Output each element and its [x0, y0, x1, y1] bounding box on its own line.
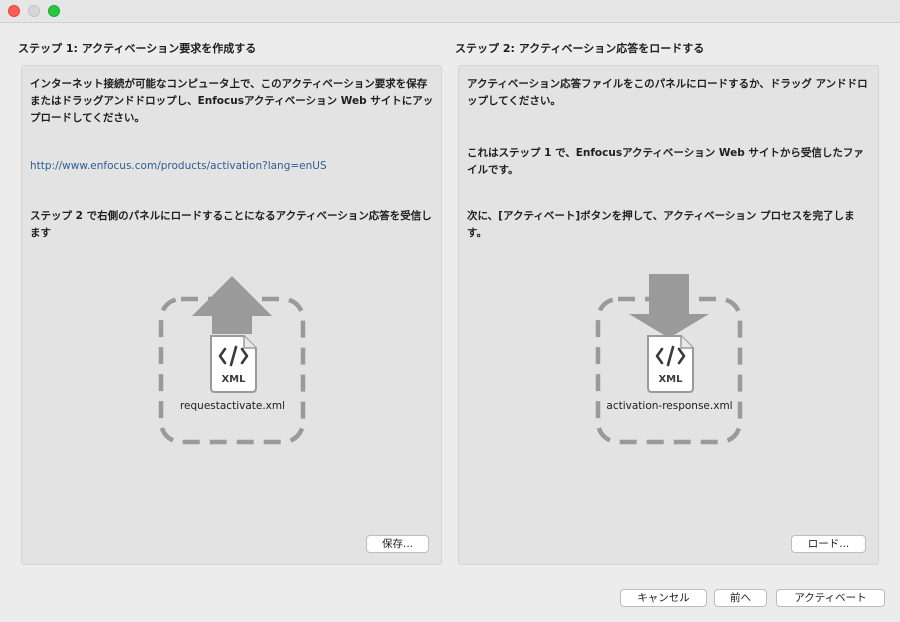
- title-bar: [0, 0, 900, 23]
- step2-file-note: これはステップ 1 で、Enfocusアクティベーション Web サイトから受信…: [467, 147, 864, 176]
- response-panel[interactable]: アクティベーション応答ファイルをこのパネルにロードするか、ドラッグ アンドドロッ…: [458, 65, 879, 565]
- response-filename: activation-response.xml: [606, 400, 733, 412]
- step1-title: ステップ 1: アクティベーション要求を作成する: [18, 42, 257, 55]
- step2-instructions: アクティベーション応答ファイルをこのパネルにロードするか、ドラッグ アンドドロッ…: [467, 78, 868, 107]
- download-arrow-icon: [629, 274, 709, 338]
- save-button[interactable]: 保存...: [366, 535, 429, 553]
- step1-instructions: インターネット接続が可能なコンピュータ上で、このアクティベーション要求を保存また…: [30, 78, 434, 124]
- request-panel[interactable]: インターネット接続が可能なコンピュータ上で、このアクティベーション要求を保存また…: [21, 65, 442, 565]
- step1-response-note: ステップ 2 で右側のパネルにロードすることになるアクティベーション応答を受信し…: [30, 210, 432, 239]
- xml-file-icon: XML: [210, 335, 257, 393]
- zoom-window-button[interactable]: [48, 5, 60, 17]
- minimize-window-button[interactable]: [28, 5, 40, 17]
- step2-next-note: 次に、[アクティベート]ボタンを押して、アクティベーション プロセスを完了します…: [467, 210, 855, 239]
- activate-button[interactable]: アクティベート: [776, 589, 885, 607]
- cancel-button[interactable]: キャンセル: [620, 589, 707, 607]
- request-filename: requestactivate.xml: [179, 400, 286, 412]
- activation-window: ステップ 1: アクティベーション要求を作成する インターネット接続が可能なコン…: [0, 0, 900, 622]
- back-button[interactable]: 前へ: [714, 589, 767, 607]
- load-button[interactable]: ロード...: [791, 535, 866, 553]
- activation-website-link[interactable]: http://www.enfocus.com/products/activati…: [30, 160, 327, 172]
- request-drag-area[interactable]: XML requestactivate.xml: [150, 274, 315, 449]
- xml-label: XML: [221, 374, 246, 385]
- xml-file-icon: XML: [647, 335, 694, 393]
- xml-label: XML: [658, 374, 683, 385]
- step2-title: ステップ 2: アクティベーション応答をロードする: [455, 42, 705, 55]
- close-window-button[interactable]: [8, 5, 20, 17]
- response-drag-area[interactable]: XML activation-response.xml: [587, 274, 752, 449]
- upload-arrow-icon: [192, 276, 272, 334]
